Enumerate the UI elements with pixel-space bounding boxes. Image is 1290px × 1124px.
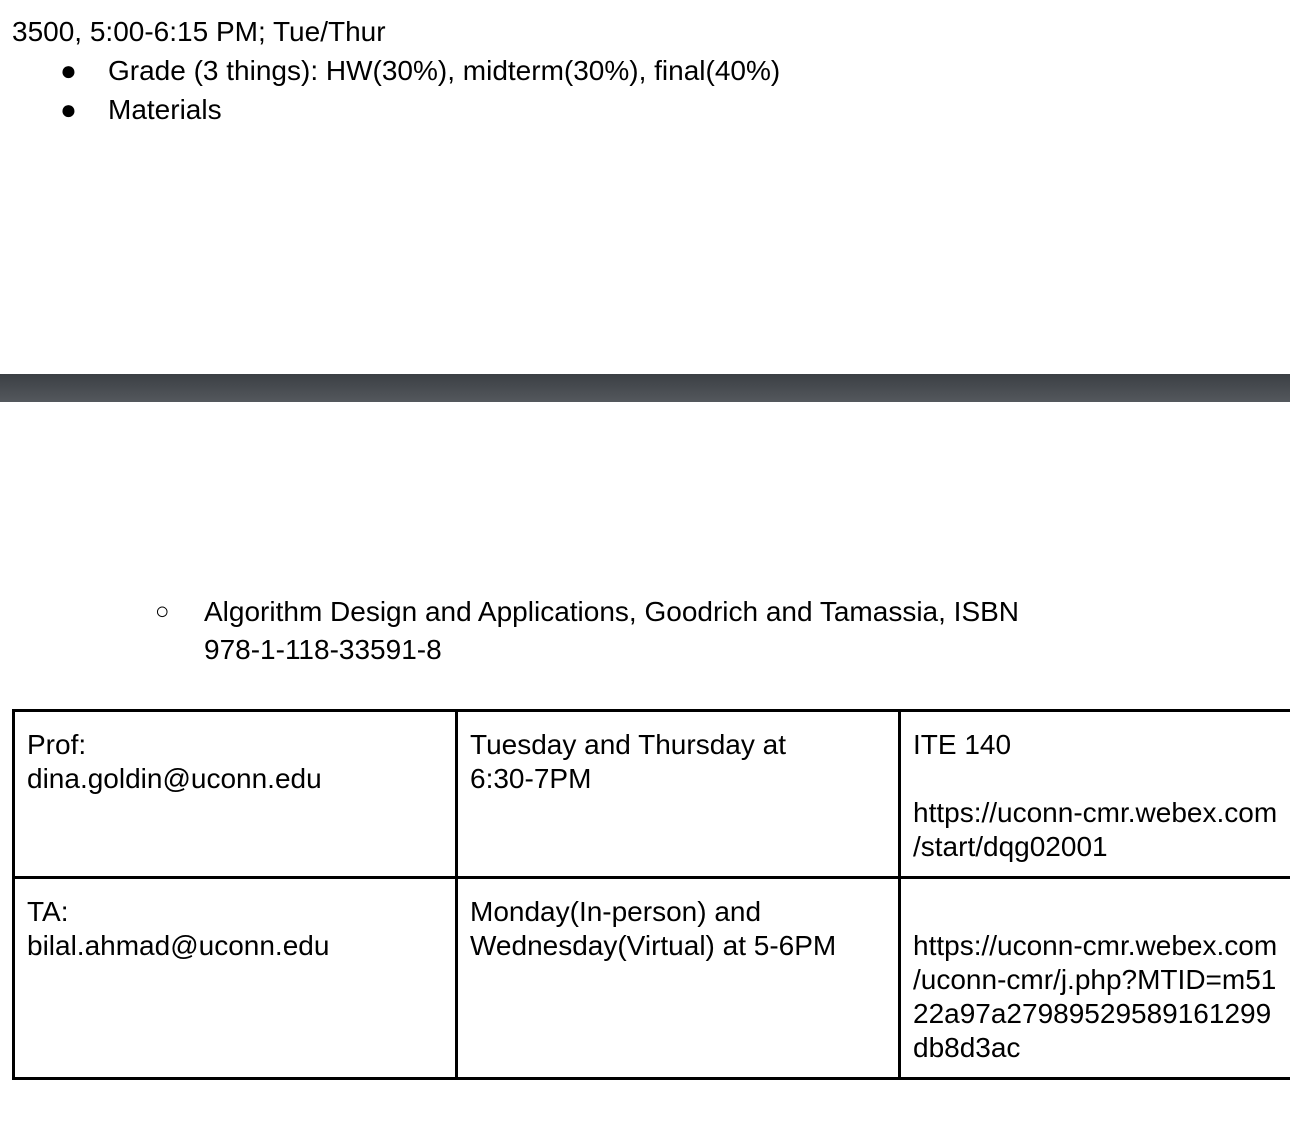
bullet-dot-icon: ● (60, 55, 77, 86)
table-cell-location: ITE 140 https://uconn-cmr.webex.com /sta… (898, 709, 1290, 879)
hours-line-1: Monday(In-person) and (470, 896, 762, 927)
meeting-link-line[interactable]: db8d3ac (913, 1031, 1290, 1065)
person-email[interactable]: dina.goldin@uconn.edu (27, 762, 443, 796)
table-cell-hours: Monday(In-person) and Wednesday(Virtual)… (455, 876, 901, 1080)
person-role: Prof: (27, 729, 87, 760)
person-email[interactable]: bilal.ahmad@uconn.edu (27, 929, 443, 963)
bullet-dot-icon: ● (60, 94, 77, 125)
person-role: TA: (27, 896, 69, 927)
bullet-grade: Grade (3 things): HW(30%), midterm(30%),… (108, 55, 781, 86)
textbook-line-1: Algorithm Design and Applications, Goodr… (204, 596, 1020, 627)
hours-line-2: 6:30-7PM (470, 763, 592, 794)
location-room: ITE 140 (913, 729, 1012, 760)
table-cell-location: https://uconn-cmr.webex.com /uconn-cmr/j… (898, 876, 1290, 1080)
hours-line-2: Wednesday(Virtual) at 5-6PM (470, 930, 837, 961)
table-row: TA: bilal.ahmad@uconn.edu Monday(In-pers… (12, 876, 1290, 1080)
schedule-line: 3500, 5:00-6:15 PM; Tue/Thur (12, 16, 386, 47)
table-row: Prof: dina.goldin@uconn.edu Tuesday and … (12, 709, 1290, 879)
table-cell-person: TA: bilal.ahmad@uconn.edu (12, 876, 458, 1080)
meeting-link-line[interactable]: https://uconn-cmr.webex.com (913, 796, 1290, 830)
textbook-line-2: 978-1-118-33591-8 (204, 634, 442, 665)
bullet-circle-icon: ○ (155, 598, 170, 625)
bullet-materials: Materials (108, 94, 222, 125)
page-break-divider (0, 374, 1290, 402)
meeting-link-line[interactable]: /start/dqg02001 (913, 830, 1290, 864)
meeting-link-line[interactable]: https://uconn-cmr.webex.com (913, 929, 1290, 963)
meeting-link-line[interactable]: /uconn-cmr/j.php?MTID=m51 (913, 963, 1290, 997)
office-hours-table: Prof: dina.goldin@uconn.edu Tuesday and … (12, 709, 1290, 1080)
hours-line-1: Tuesday and Thursday at (470, 729, 786, 760)
meeting-link-line[interactable]: 22a97a27989529589161299 (913, 997, 1290, 1031)
table-cell-person: Prof: dina.goldin@uconn.edu (12, 709, 458, 879)
table-cell-hours: Tuesday and Thursday at 6:30-7PM (455, 709, 901, 879)
